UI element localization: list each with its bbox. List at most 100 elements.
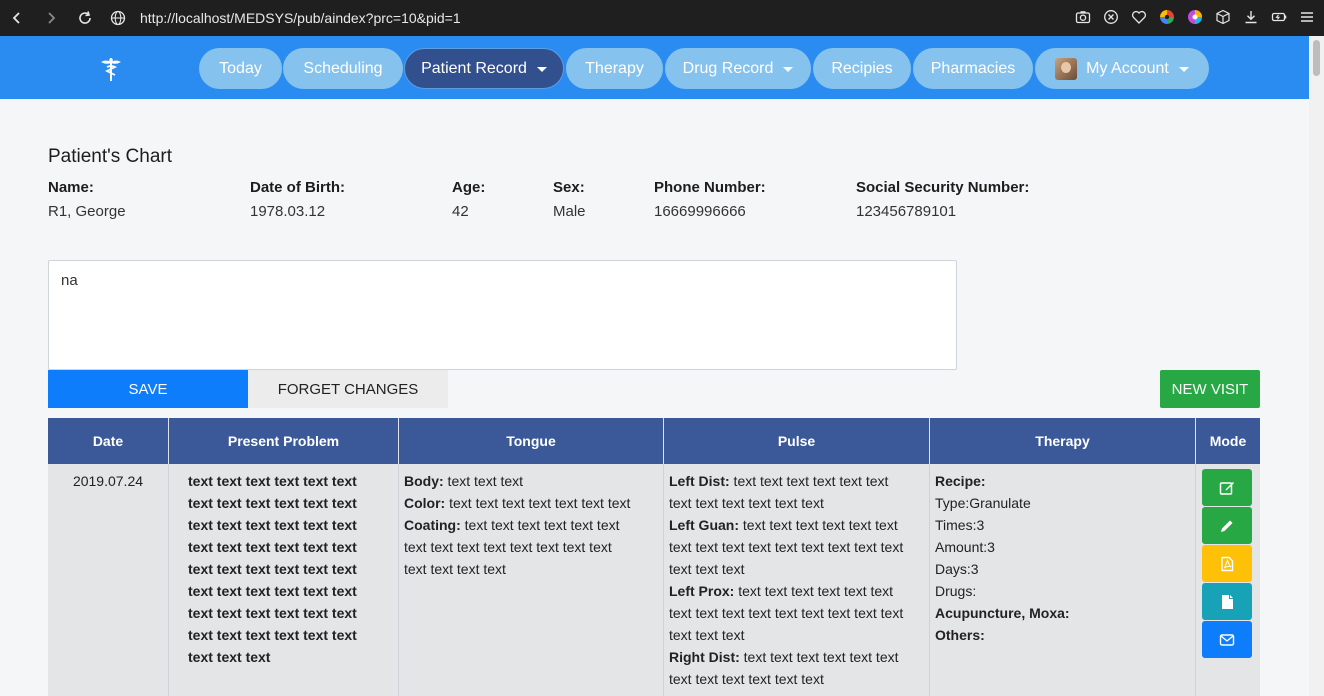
battery-icon[interactable] <box>1270 8 1288 26</box>
page-title: Patient's Chart <box>48 146 173 167</box>
tongue-coating: Coating: text text text text text text <box>404 514 663 536</box>
pdf-icon <box>1221 556 1234 571</box>
therapy-times: Times:3 <box>935 514 1195 536</box>
pulse-right-dist: Right Dist: text text text text text tex… <box>669 646 929 668</box>
cell-tongue: Body: text text text Color: text text te… <box>399 464 664 696</box>
notes-textarea[interactable]: na <box>48 260 957 370</box>
avatar <box>1055 57 1078 80</box>
nav-today[interactable]: Today <box>199 48 282 89</box>
back-icon[interactable] <box>6 7 28 29</box>
therapy-amount: Amount:3 <box>935 536 1195 558</box>
nav-patient-record[interactable]: Patient Record <box>404 48 564 89</box>
problem-line: text text text text text text <box>188 495 357 511</box>
close-circle-icon[interactable] <box>1102 8 1120 26</box>
nav-my-account[interactable]: My Account <box>1035 48 1209 89</box>
amount-label: Amount: <box>935 539 988 555</box>
problem-line: text text text text text text <box>188 605 357 621</box>
forward-icon[interactable] <box>40 7 62 29</box>
name-value: R1, George <box>48 203 126 220</box>
camera-icon[interactable] <box>1074 8 1092 26</box>
nav-label: Recipies <box>831 59 893 77</box>
therapy-days: Days:3 <box>935 558 1195 580</box>
visits-table: Date Present Problem Tongue Pulse Therap… <box>48 418 1260 696</box>
ssn-label: Social Security Number: <box>856 179 1030 196</box>
reload-icon[interactable] <box>74 7 96 29</box>
cell-pulse: Left Dist: text text text text text text… <box>664 464 930 696</box>
acupuncture-label: Acupuncture, Moxa: <box>935 602 1195 624</box>
tongue-color-label: Color: <box>404 495 446 511</box>
pencil-button[interactable] <box>1202 507 1252 544</box>
tongue-color: Color: text text text text text text tex… <box>404 492 663 514</box>
edit-visit-button[interactable] <box>1202 469 1252 506</box>
problem-line: text text text <box>188 649 271 665</box>
nav-drug-record[interactable]: Drug Record <box>665 48 811 89</box>
nav-label: My Account <box>1086 59 1169 77</box>
age-label: Age: <box>452 179 486 196</box>
nav-label: Today <box>219 59 262 77</box>
ssn-value: 123456789101 <box>856 203 957 220</box>
problem-line: text text text text text text <box>188 517 357 533</box>
pulse-text: text text text text text text <box>669 495 824 511</box>
pulse-text: text text text text text text <box>739 517 898 533</box>
pulse-text: text text text text text text <box>739 649 899 665</box>
col-mode: Mode <box>1209 433 1247 449</box>
save-button[interactable]: SAVE <box>48 370 248 408</box>
pulse-text: text text text text text text text text … <box>669 605 904 621</box>
new-visit-button[interactable]: NEW VISIT <box>1160 370 1260 408</box>
document-button[interactable] <box>1202 583 1252 620</box>
pulse-left-dist: Left Dist: text text text text text text <box>669 470 929 492</box>
col-tongue: Tongue <box>399 418 664 464</box>
cube-icon[interactable] <box>1214 8 1232 26</box>
type-label: Type: <box>935 495 970 511</box>
forget-changes-button[interactable]: FORGET CHANGES <box>248 370 448 408</box>
dob-value: 1978.03.12 <box>250 203 326 220</box>
nav-pharmacies[interactable]: Pharmacies <box>913 48 1033 89</box>
envelope-icon <box>1219 633 1235 646</box>
pdf-button[interactable] <box>1202 545 1252 582</box>
tongue-body-label: Body: <box>404 473 444 489</box>
color-wheel-icon[interactable] <box>1158 8 1176 26</box>
heart-icon[interactable] <box>1130 8 1148 26</box>
tongue-coating-text: text text text text text text <box>460 517 620 533</box>
email-button[interactable] <box>1202 621 1252 658</box>
nav-scheduling[interactable]: Scheduling <box>283 48 403 89</box>
col-date: Date <box>48 418 169 464</box>
download-icon[interactable] <box>1242 8 1260 26</box>
menu-icon[interactable] <box>1298 8 1316 26</box>
page-scrollbar[interactable] <box>1309 36 1324 696</box>
tongue-body-text: text text text <box>443 473 524 489</box>
pulse-label: Right Dist: <box>669 649 740 665</box>
pulse-text: text text text <box>669 561 745 577</box>
nav-recipies[interactable]: Recipies <box>813 48 911 89</box>
scrollbar-thumb[interactable] <box>1313 40 1320 76</box>
caduceus-icon[interactable] <box>98 56 124 82</box>
recipe-label-text: Recipe: <box>935 473 986 489</box>
pulse-label: Left Prox: <box>669 583 735 599</box>
problem-line: text text text text text text <box>188 539 357 555</box>
col-therapy: Therapy <box>930 418 1196 464</box>
edit-square-icon <box>1219 481 1234 495</box>
pulse-label: Left Dist: <box>669 473 730 489</box>
pulse-text: text text text text text text <box>734 583 894 599</box>
tongue-coating-text: text text text text <box>404 561 506 577</box>
pulse-label: Left Guan: <box>669 517 739 533</box>
palette-icon[interactable] <box>1186 8 1204 26</box>
problem-line: text text text text text text <box>188 561 357 577</box>
recipe-label: Recipe: <box>935 470 1195 492</box>
nav-therapy[interactable]: Therapy <box>566 48 663 89</box>
tongue-coating-label: Coating: <box>404 517 461 533</box>
address-bar[interactable]: http://localhost/MEDSYS/pub/aindex?prc=1… <box>110 10 461 26</box>
cell-therapy: Recipe: Type:Granulate Times:3 Amount:3 … <box>930 464 1196 696</box>
age-value: 42 <box>452 203 469 220</box>
therapy-type: Type:Granulate <box>935 492 1195 514</box>
problem-line: text text text text text text <box>188 473 357 489</box>
browser-toolbar: http://localhost/MEDSYS/pub/aindex?prc=1… <box>0 0 1324 36</box>
pulse-text: text text text text text text <box>669 671 824 687</box>
name-label: Name: <box>48 179 94 196</box>
col-present-problem: Present Problem <box>169 418 399 464</box>
pulse-left-prox: Left Prox: text text text text text text <box>669 580 929 602</box>
cell-present-problem: text text text text text text text text … <box>169 464 399 696</box>
type-value: Granulate <box>969 495 1031 511</box>
sex-value: Male <box>553 203 586 220</box>
tongue-color-text: text text text text text text text <box>445 495 631 511</box>
